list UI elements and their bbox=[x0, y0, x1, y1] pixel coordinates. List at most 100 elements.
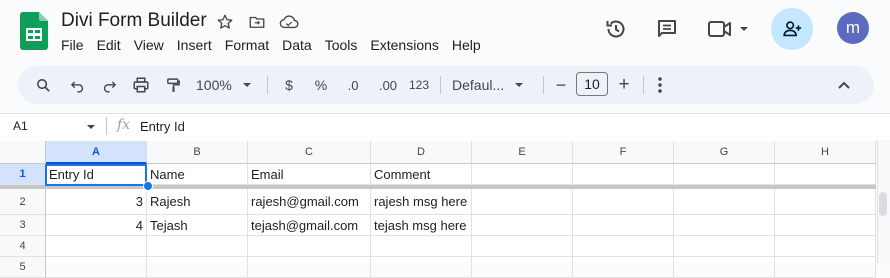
cell-g2[interactable] bbox=[674, 189, 775, 215]
number-format-button[interactable]: 123 bbox=[408, 72, 430, 98]
menu-format[interactable]: Format bbox=[225, 37, 276, 53]
increase-font-size-button[interactable]: + bbox=[617, 72, 631, 98]
cell-a2[interactable]: 3 bbox=[46, 189, 147, 215]
cell-c5[interactable] bbox=[248, 257, 371, 278]
cell-e2[interactable] bbox=[472, 189, 573, 215]
cell-e3[interactable] bbox=[472, 215, 573, 236]
cloud-saved-icon[interactable] bbox=[279, 12, 299, 32]
cell-d3[interactable]: tejash msg here bbox=[371, 215, 472, 236]
cell-a3[interactable]: 4 bbox=[46, 215, 147, 236]
comments-icon[interactable] bbox=[649, 11, 685, 47]
row-header-4[interactable]: 4 bbox=[0, 236, 46, 257]
cell-e1[interactable] bbox=[472, 164, 573, 185]
cell-e4[interactable] bbox=[472, 236, 573, 257]
cell-b4[interactable] bbox=[147, 236, 248, 257]
print-icon[interactable] bbox=[130, 72, 152, 98]
scrollbar-thumb[interactable] bbox=[879, 192, 887, 216]
menu-view[interactable]: View bbox=[134, 37, 171, 53]
column-header-c[interactable]: C bbox=[248, 141, 371, 164]
column-header-g[interactable]: G bbox=[674, 141, 775, 164]
fx-icon: fx bbox=[117, 117, 131, 133]
redo-icon[interactable] bbox=[98, 72, 120, 98]
fill-handle[interactable] bbox=[143, 181, 153, 191]
cell-f2[interactable] bbox=[573, 189, 674, 215]
cell-h1[interactable] bbox=[775, 164, 876, 185]
avatar[interactable]: m bbox=[837, 12, 869, 44]
sheets-logo-icon[interactable] bbox=[20, 12, 48, 50]
cell-c4[interactable] bbox=[248, 236, 371, 257]
cell-d5[interactable] bbox=[371, 257, 472, 278]
font-family-value: Defaul... bbox=[452, 77, 505, 93]
menu-data[interactable]: Data bbox=[282, 37, 319, 53]
currency-format-button[interactable]: $ bbox=[280, 72, 298, 98]
menu-file[interactable]: File bbox=[61, 37, 91, 53]
cell-f1[interactable] bbox=[573, 164, 674, 185]
column-header-f[interactable]: F bbox=[573, 141, 674, 164]
formula-input[interactable]: Entry Id bbox=[140, 119, 185, 134]
share-add-person-icon[interactable] bbox=[771, 8, 813, 50]
percent-format-button[interactable]: % bbox=[311, 72, 331, 98]
cell-h2[interactable] bbox=[775, 189, 876, 215]
menu-edit[interactable]: Edit bbox=[97, 37, 128, 53]
cell-b5[interactable] bbox=[147, 257, 248, 278]
menu-tools[interactable]: Tools bbox=[325, 37, 365, 53]
search-icon[interactable] bbox=[32, 72, 54, 98]
cell-c1[interactable]: Email bbox=[248, 164, 371, 185]
menu-help[interactable]: Help bbox=[452, 37, 488, 53]
row-header-1[interactable]: 1 bbox=[0, 164, 46, 185]
cell-c2[interactable]: rajesh@gmail.com bbox=[248, 189, 371, 215]
column-header-e[interactable]: E bbox=[472, 141, 573, 164]
column-header-h[interactable]: H bbox=[775, 141, 876, 164]
cell-h3[interactable] bbox=[775, 215, 876, 236]
chevron-down-icon[interactable] bbox=[86, 123, 96, 131]
cell-d1[interactable]: Comment bbox=[371, 164, 472, 185]
cell-f4[interactable] bbox=[573, 236, 674, 257]
column-header-a[interactable]: A bbox=[46, 141, 147, 164]
font-family-select[interactable]: Defaul... bbox=[452, 72, 532, 98]
row-header-2[interactable]: 2 bbox=[0, 189, 46, 215]
cell-f5[interactable] bbox=[573, 257, 674, 278]
cell-g3[interactable] bbox=[674, 215, 775, 236]
cell-f3[interactable] bbox=[573, 215, 674, 236]
version-history-icon[interactable] bbox=[598, 11, 634, 47]
zoom-select[interactable]: 100% bbox=[196, 72, 260, 98]
cell-b1[interactable]: Name bbox=[147, 164, 248, 185]
star-icon[interactable] bbox=[215, 12, 235, 32]
cell-d2[interactable]: rajesh msg here bbox=[371, 189, 472, 215]
menu-extensions[interactable]: Extensions bbox=[370, 37, 445, 53]
menu-bar: File Edit View Insert Format Data Tools … bbox=[61, 37, 494, 53]
meet-video-icon[interactable] bbox=[703, 11, 753, 47]
name-box[interactable]: A1 bbox=[13, 119, 28, 133]
more-options-icon[interactable] bbox=[652, 72, 668, 98]
row-header-3[interactable]: 3 bbox=[0, 215, 46, 236]
select-all-corner[interactable] bbox=[0, 141, 46, 164]
cell-d4[interactable] bbox=[371, 236, 472, 257]
decrease-decimal-button[interactable]: .0 bbox=[340, 72, 366, 98]
move-to-folder-icon[interactable] bbox=[247, 12, 267, 32]
column-header-d[interactable]: D bbox=[371, 141, 472, 164]
font-size-input[interactable]: 10 bbox=[576, 72, 608, 96]
cell-g4[interactable] bbox=[674, 236, 775, 257]
document-title[interactable]: Divi Form Builder bbox=[61, 10, 207, 32]
cell-b3[interactable]: Tejash bbox=[147, 215, 248, 236]
column-header-b[interactable]: B bbox=[147, 141, 248, 164]
cell-g5[interactable] bbox=[674, 257, 775, 278]
cell-h5[interactable] bbox=[775, 257, 876, 278]
paint-format-icon[interactable] bbox=[162, 72, 184, 98]
decrease-font-size-button[interactable]: − bbox=[554, 72, 568, 98]
cell-h4[interactable] bbox=[775, 236, 876, 257]
cell-b2[interactable]: Rajesh bbox=[147, 189, 248, 215]
cell-e5[interactable] bbox=[472, 257, 573, 278]
collapse-menus-chevron-up-icon[interactable] bbox=[834, 72, 854, 98]
cell-a5[interactable] bbox=[46, 257, 147, 278]
cell-g1[interactable] bbox=[674, 164, 775, 185]
row-header-5[interactable]: 5 bbox=[0, 257, 46, 278]
increase-decimal-button[interactable]: .00 bbox=[373, 72, 403, 98]
cell-a4[interactable] bbox=[46, 236, 147, 257]
undo-icon[interactable] bbox=[66, 72, 88, 98]
decrease-decimal-label: .0 bbox=[347, 77, 359, 93]
chevron-down-icon bbox=[740, 27, 748, 31]
menu-insert[interactable]: Insert bbox=[177, 37, 219, 53]
toolbar-divider bbox=[543, 76, 544, 94]
cell-c3[interactable]: tejash@gmail.com bbox=[248, 215, 371, 236]
